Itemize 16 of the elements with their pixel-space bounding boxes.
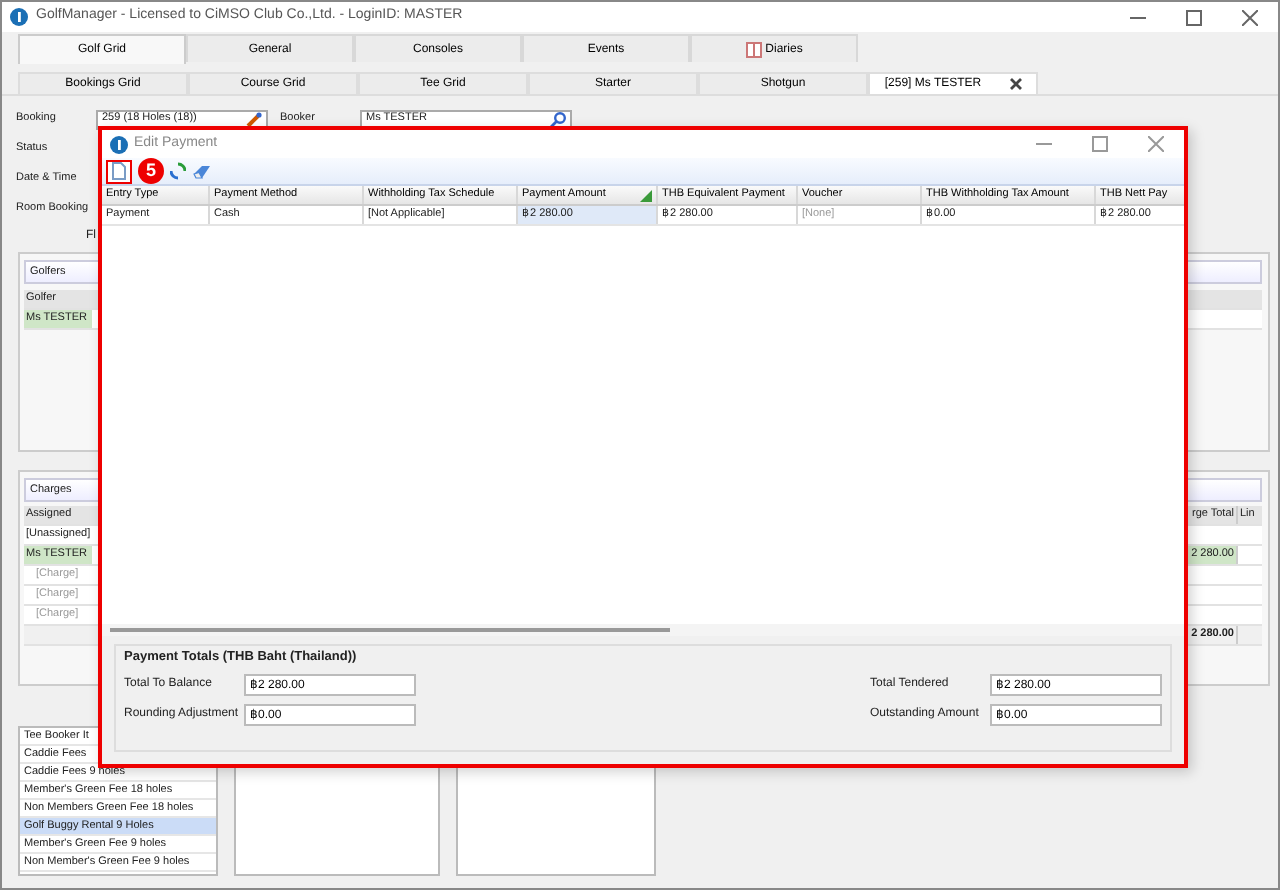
app-logo-icon: [10, 8, 28, 26]
scrollbar-thumb[interactable]: [110, 628, 670, 632]
step-badge: 5: [138, 158, 164, 184]
app-logo-icon: [110, 135, 128, 153]
refresh-icon: [170, 162, 186, 180]
maximize-icon: [1186, 9, 1202, 25]
document-icon: [112, 162, 126, 180]
calendar-icon: [745, 41, 762, 57]
close-icon: [1242, 9, 1258, 25]
close-icon: [1148, 136, 1164, 152]
eraser-button[interactable]: [192, 163, 212, 179]
maximize-icon: [1092, 136, 1108, 152]
new-button[interactable]: [106, 159, 132, 183]
search-icon: [550, 111, 566, 127]
eraser-icon: [192, 163, 212, 179]
refresh-button[interactable]: [170, 162, 186, 180]
